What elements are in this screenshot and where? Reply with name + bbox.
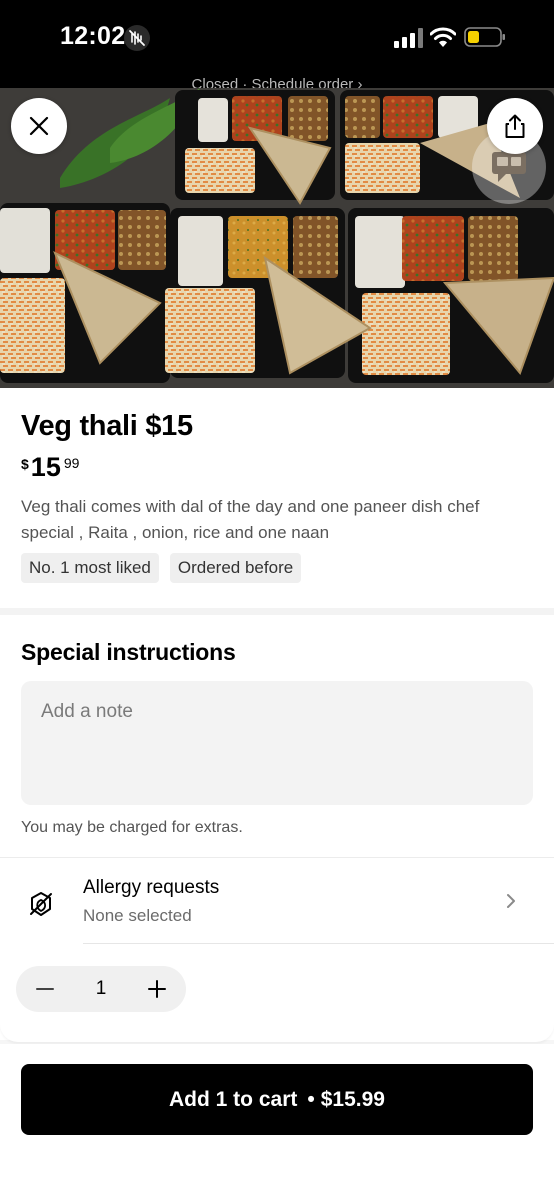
extras-charge-note: You may be charged for extras. [21, 819, 243, 836]
status-time: 12:02 [60, 22, 126, 50]
plus-icon [148, 980, 166, 998]
allergy-requests-value: None selected [83, 906, 192, 925]
close-icon [29, 116, 49, 136]
add-to-cart-label: Add 1 to cart [169, 1087, 298, 1111]
add-to-cart-price: $15.99 [320, 1087, 385, 1111]
close-button[interactable] [11, 98, 67, 154]
feedback-icon [492, 152, 526, 182]
quantity-stepper: 1 [16, 966, 186, 1012]
price-currency: $ [21, 456, 29, 472]
item-title: Veg thali $15 [21, 410, 193, 442]
quantity-value: 1 [95, 978, 107, 999]
allergy-icon [30, 892, 52, 916]
minus-icon [36, 988, 54, 990]
share-button[interactable] [487, 98, 543, 154]
wifi-icon [430, 27, 456, 47]
divider [83, 943, 554, 944]
chevron-right-icon [507, 894, 515, 908]
badge-most-liked: No. 1 most liked [21, 553, 159, 583]
add-to-cart-button[interactable]: Add 1 to cart • $15.99 [21, 1064, 533, 1135]
add-to-cart-separator: • [307, 1087, 315, 1111]
price-cents: 99 [63, 455, 80, 471]
special-instructions-heading: Special instructions [21, 639, 236, 665]
content-card-edge [0, 1020, 554, 1042]
mute-icon [124, 25, 150, 51]
allergy-requests-row[interactable]: Allergy requests None selected [0, 858, 554, 944]
battery-icon [464, 27, 505, 47]
item-badges: No. 1 most liked Ordered before [21, 553, 302, 583]
allergy-requests-title: Allergy requests [83, 877, 220, 898]
price-dollars: 15 [30, 452, 61, 482]
special-instructions-input[interactable] [21, 681, 533, 805]
share-icon [505, 114, 525, 138]
signal-icon [394, 28, 423, 48]
section-divider [0, 608, 554, 615]
item-description: Veg thali comes with dal of the day and … [21, 497, 480, 542]
item-price: $ 15 99 [21, 452, 79, 482]
item-photo [0, 88, 554, 388]
decrease-quantity-button[interactable] [34, 978, 56, 1000]
badge-ordered-before: Ordered before [169, 553, 302, 583]
increase-quantity-button[interactable] [146, 978, 168, 1000]
